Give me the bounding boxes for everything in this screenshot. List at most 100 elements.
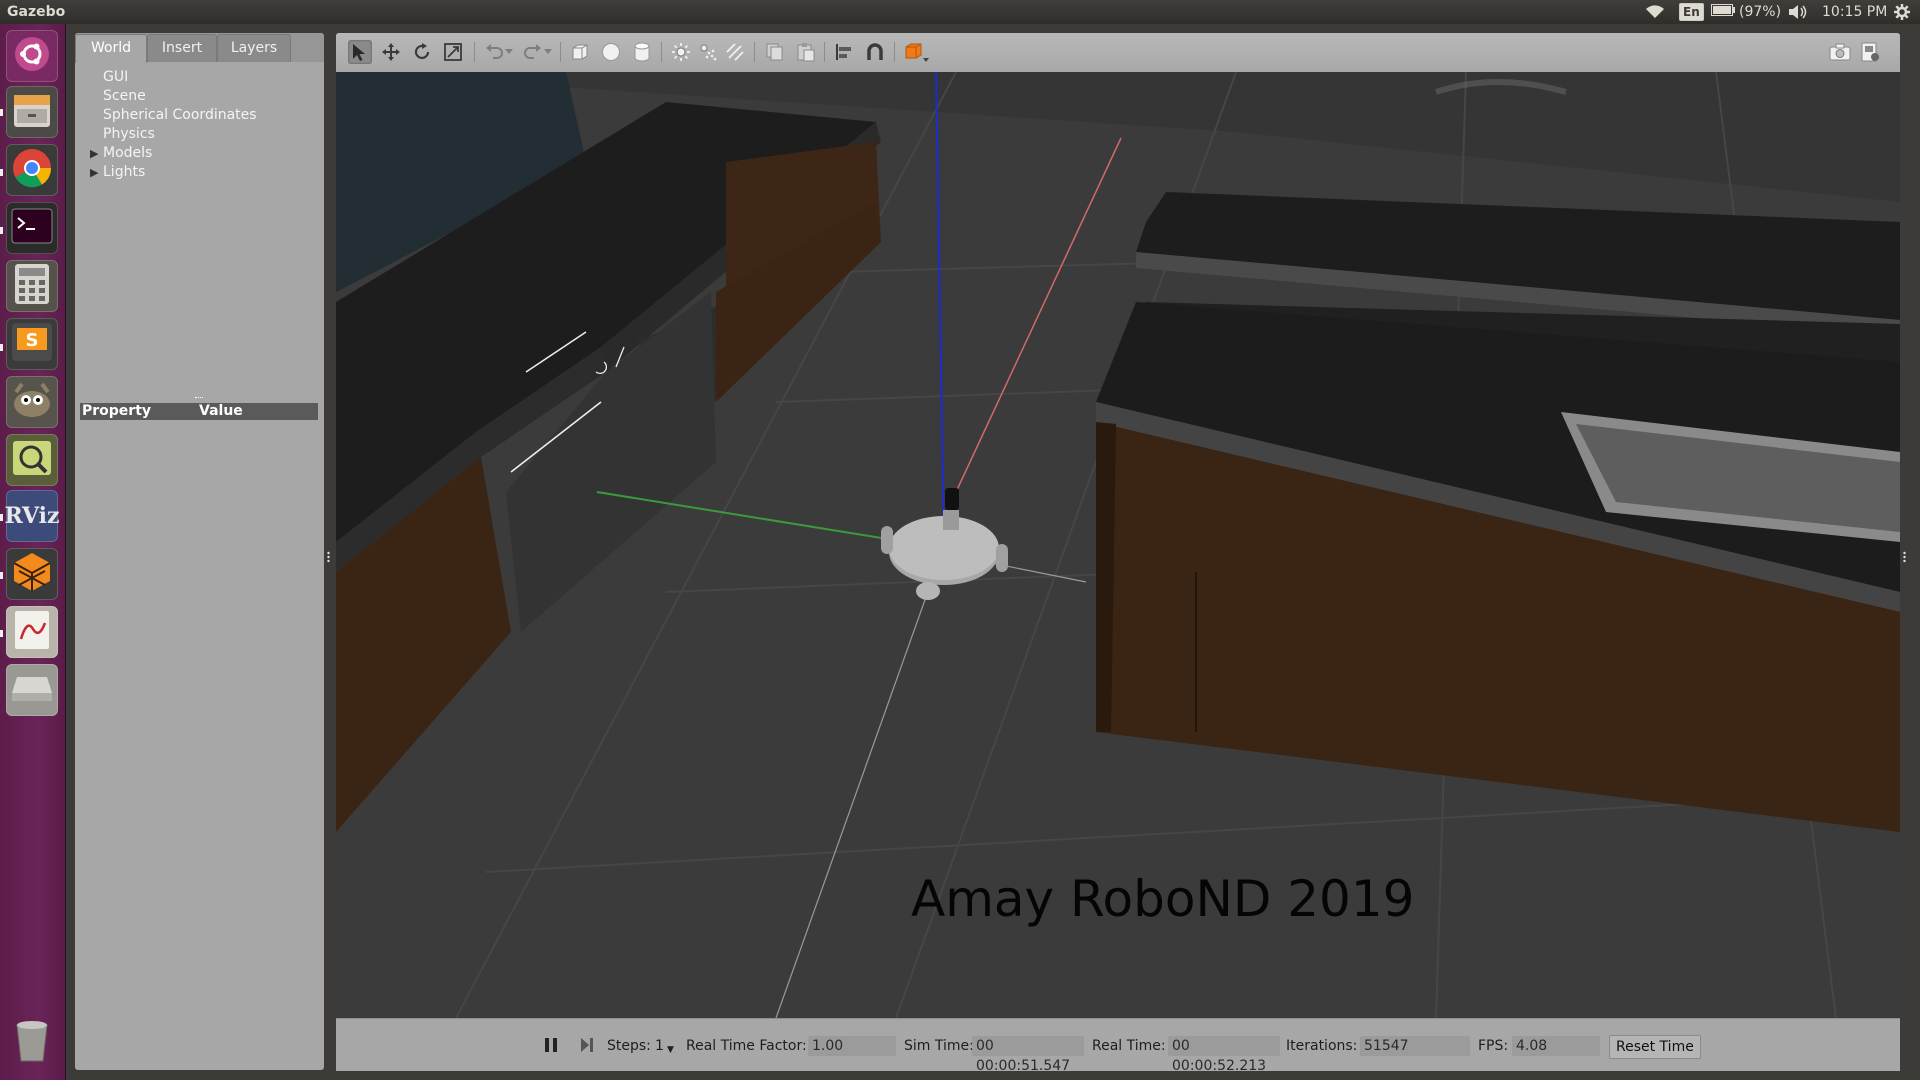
trash-launcher[interactable] <box>6 1016 58 1068</box>
expand-arrow-icon[interactable]: ▶ <box>90 144 98 163</box>
panel-tabs: World Insert Layers <box>75 33 324 63</box>
real-time-factor-label: Real Time Factor: <box>686 1038 807 1054</box>
ubuntu-dash-button[interactable] <box>6 30 58 82</box>
sublime-text-icon: S <box>11 322 53 366</box>
tree-item-gui[interactable]: GUI <box>75 68 324 87</box>
copy-icon[interactable] <box>762 40 786 64</box>
volume-icon[interactable] <box>1788 0 1808 24</box>
rviz-icon: RViz <box>4 503 60 529</box>
cylinder-icon[interactable] <box>630 40 654 64</box>
steps-chevron-down-icon[interactable]: ▼ <box>667 1041 674 1059</box>
tree-item-scene[interactable]: Scene <box>75 87 324 106</box>
reset-time-button[interactable]: Reset Time <box>1609 1035 1701 1059</box>
undo-history-chevron-down-icon[interactable] <box>503 40 515 64</box>
real-time-factor-field: 1.00 <box>808 1036 896 1056</box>
chrome-launcher[interactable] <box>6 144 58 196</box>
gimp-launcher[interactable] <box>6 376 58 428</box>
tree-item-spherical-coordinates[interactable]: Spherical Coordinates <box>75 106 324 125</box>
tree-item-lights[interactable]: ▶ Lights <box>75 163 324 182</box>
world-tree: GUI Scene Spherical Coordinates Physics … <box>75 68 324 182</box>
sublime-launcher[interactable]: S <box>6 318 58 370</box>
steps-value[interactable]: 1 <box>655 1037 664 1055</box>
app-title: Gazebo <box>7 4 66 20</box>
tree-item-physics[interactable]: Physics <box>75 125 324 144</box>
sim-time-field: 00 00:00:51.547 <box>972 1036 1084 1074</box>
trash-icon <box>13 1017 51 1067</box>
select-arrow-icon[interactable] <box>348 40 372 64</box>
pdf-launcher[interactable] <box>6 606 58 658</box>
svg-text:S: S <box>26 330 39 351</box>
drive-launcher[interactable] <box>6 664 58 716</box>
ubuntu-logo-icon <box>12 34 52 78</box>
snap-icon[interactable] <box>863 40 887 64</box>
terminal-launcher[interactable] <box>6 202 58 254</box>
steps-label: Steps: <box>607 1038 651 1054</box>
battery-percent: (97%) <box>1739 4 1782 20</box>
splitter-handle[interactable] <box>195 397 203 401</box>
top-panel: Gazebo En (97%) 10:15 PM <box>0 0 1920 24</box>
files-launcher[interactable] <box>6 86 58 138</box>
image-viewer-icon <box>11 437 53 483</box>
battery-icon <box>1711 4 1735 20</box>
spot-light-icon[interactable] <box>696 40 720 64</box>
calculator-icon <box>14 263 50 309</box>
calculator-launcher[interactable] <box>6 260 58 312</box>
3d-viewport[interactable]: Amay RoboND 2019 <box>336 72 1900 1018</box>
right-splitter-handle[interactable] <box>1903 548 1906 563</box>
real-time-label: Real Time: <box>1092 1038 1166 1054</box>
sim-time-label: Sim Time: <box>904 1038 974 1054</box>
directional-light-icon[interactable] <box>723 40 747 64</box>
step-forward-icon[interactable] <box>580 1037 594 1058</box>
clock[interactable]: 10:15 PM <box>1822 0 1887 24</box>
tree-item-models[interactable]: ▶ Models <box>75 144 324 163</box>
value-column-header[interactable]: Value <box>199 403 243 420</box>
battery-indicator[interactable]: (97%) <box>1711 0 1781 24</box>
screenshot-icon[interactable] <box>1828 40 1852 64</box>
tree-item-label: Models <box>103 145 153 161</box>
rotate-icon[interactable] <box>410 40 434 64</box>
terminal-icon <box>11 208 53 248</box>
scale-icon[interactable] <box>441 40 465 64</box>
pdf-icon <box>13 609 51 655</box>
file-cabinet-icon <box>11 89 53 135</box>
launcher: S RViz <box>0 24 66 1080</box>
paste-icon[interactable] <box>793 40 817 64</box>
translate-icon[interactable] <box>379 40 403 64</box>
toolbar <box>336 33 1900 72</box>
render-panel: Amay RoboND 2019 Steps: 1 ▼ Real Time Fa… <box>336 33 1900 1074</box>
tab-layers[interactable]: Layers <box>217 34 291 62</box>
property-table-header: Property Value <box>80 403 318 420</box>
iterations-field: 51547 <box>1360 1036 1470 1056</box>
property-column-header[interactable]: Property <box>82 403 151 420</box>
align-icon[interactable] <box>832 40 856 64</box>
tab-world[interactable]: World <box>75 34 147 63</box>
sphere-icon[interactable] <box>599 40 623 64</box>
redo-history-chevron-down-icon[interactable] <box>542 40 554 64</box>
point-light-icon[interactable] <box>669 40 693 64</box>
tree-item-label: GUI <box>103 69 129 85</box>
world-panel: World Insert Layers GUI Scene Spherical … <box>75 33 324 1070</box>
rviz-launcher[interactable]: RViz <box>4 490 60 542</box>
fps-field: 4.08 <box>1512 1036 1600 1056</box>
box-icon[interactable] <box>568 40 592 64</box>
keyboard-indicator[interactable]: En <box>1679 0 1704 24</box>
view-angle-icon[interactable] <box>902 40 932 64</box>
wifi-icon[interactable] <box>1645 0 1665 24</box>
fps-label: FPS: <box>1478 1038 1509 1054</box>
image-viewer-launcher[interactable] <box>6 434 58 486</box>
drive-icon <box>11 673 53 707</box>
gazebo-icon <box>11 551 53 597</box>
iterations-label: Iterations: <box>1286 1038 1358 1054</box>
expand-arrow-icon[interactable]: ▶ <box>90 163 98 182</box>
tree-item-label: Spherical Coordinates <box>103 107 257 123</box>
record-icon[interactable] <box>1858 40 1882 64</box>
tree-item-label: Scene <box>103 88 146 104</box>
tree-item-label: Lights <box>103 164 146 180</box>
power-settings-icon[interactable] <box>1893 0 1911 24</box>
left-splitter-handle[interactable] <box>327 548 330 563</box>
chrome-icon <box>11 147 53 193</box>
pause-icon[interactable] <box>544 1037 558 1058</box>
tree-item-label: Physics <box>103 126 155 142</box>
tab-insert[interactable]: Insert <box>147 34 217 62</box>
gazebo-launcher[interactable] <box>6 548 58 600</box>
